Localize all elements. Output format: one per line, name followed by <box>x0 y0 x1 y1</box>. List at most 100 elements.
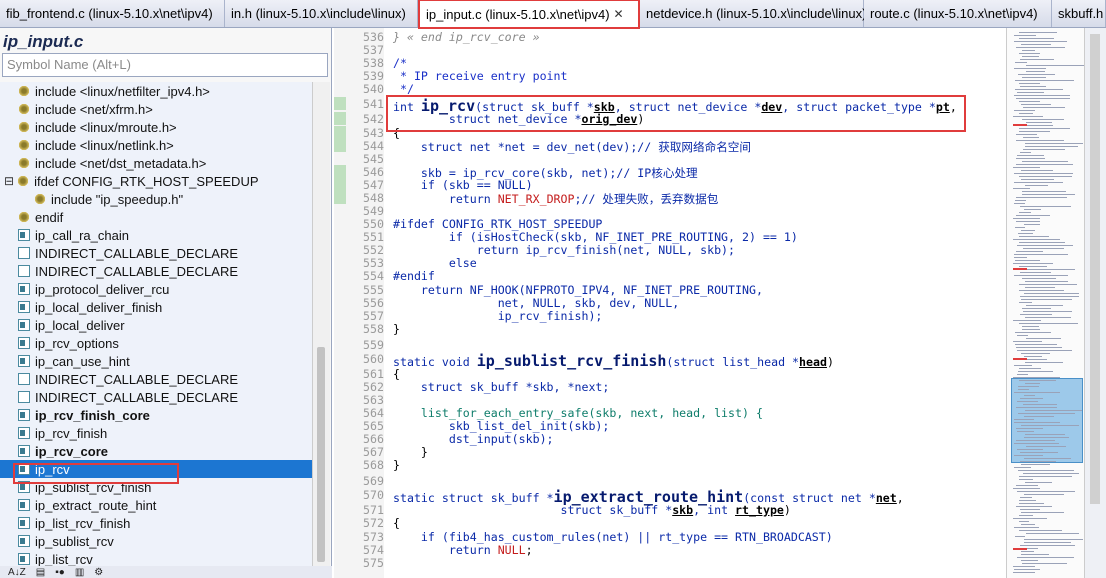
code-token: */ <box>393 82 414 96</box>
tab-in-h[interactable]: in.h (linux-5.10.x\include\linux) <box>225 0 418 27</box>
tab-skbuff-h[interactable]: skbuff.h <box>1052 0 1106 27</box>
code-line[interactable]: 571 struct sk_buff *skb, int rt_type) <box>334 503 1006 517</box>
code-line[interactable]: 563 <box>334 393 1006 407</box>
symbol-search-input[interactable]: Symbol Name (Alt+L) <box>2 53 328 77</box>
code-line[interactable]: 572 { <box>334 516 1006 530</box>
symbol-list-item[interactable]: ip_list_rcv_finish <box>0 514 312 532</box>
code-line[interactable]: 564 list_for_each_entry_safe(skb, next, … <box>334 406 1006 420</box>
symbol-list-item[interactable]: ip_call_ra_chain <box>0 226 312 244</box>
minimap-line <box>1015 89 1063 90</box>
class-view-icon[interactable]: ▪● <box>55 567 65 578</box>
symbol-list-item[interactable]: ip_rcv_finish_core <box>0 406 312 424</box>
code-line[interactable]: 573 if (fib4_has_custom_rules(net) || rt… <box>334 530 1006 544</box>
list-view-icon[interactable]: ▤ <box>36 567 45 578</box>
code-line[interactable]: 575 <box>334 556 1006 570</box>
minimap-line <box>1020 398 1043 399</box>
symbol-list-item[interactable]: INDIRECT_CALLABLE_DECLARE <box>0 388 312 406</box>
symbol-list-item[interactable]: ⊟ ifdef CONFIG_RTK_HOST_SPEEDUP <box>0 172 312 190</box>
code-line[interactable]: 555 return NF_HOOK(NFPROTO_IPV4, NF_INET… <box>334 283 1006 297</box>
collapse-icon[interactable]: ⊟ <box>4 174 14 188</box>
code-line[interactable]: 566 dst_input(skb); <box>334 432 1006 446</box>
minimap-line <box>1021 560 1038 561</box>
code-line[interactable]: 558} <box>334 322 1006 336</box>
symbol-list-item[interactable]: include <linux/netfilter_ipv4.h> <box>0 82 312 100</box>
scrollbar-thumb[interactable] <box>317 347 325 562</box>
code-line[interactable]: 546 skb = ip_rcv_core(skb, net);// IP核心处… <box>334 165 1006 180</box>
code-line[interactable]: 556 net, NULL, skb, dev, NULL, <box>334 296 1006 310</box>
code-line[interactable]: 574 return NULL; <box>334 543 1006 557</box>
symbol-list-item[interactable]: ip_rcv_options <box>0 334 312 352</box>
line-number: 543 <box>363 126 384 140</box>
code-line[interactable]: 557 ip_rcv_finish); <box>334 309 1006 323</box>
preprocessor-icon <box>18 121 30 133</box>
scrollbar-thumb[interactable] <box>1090 34 1100 504</box>
minimap-line <box>1014 173 1073 174</box>
minimap-line <box>1021 551 1034 552</box>
code-line[interactable]: 548 return NET_RX_DROP;// 处理失败，丢弃数据包 <box>334 191 1006 206</box>
symbol-list-item[interactable]: ip_rcv_core <box>0 442 312 460</box>
symbol-list-item[interactable]: ip_protocol_deliver_rcu <box>0 280 312 298</box>
tab-ip-input[interactable]: ip_input.c (linux-5.10.x\net\ipv4) ✕ <box>418 0 640 29</box>
symbol-list-item[interactable]: include "ip_speedup.h" <box>0 190 312 208</box>
code-line[interactable]: 567 } <box>334 445 1006 459</box>
code-line[interactable]: 569 <box>334 474 1006 488</box>
code-line[interactable]: 551 if (isHostCheck(skb, NF_INET_PRE_ROU… <box>334 230 1006 244</box>
symbol-label: ip_call_ra_chain <box>35 227 129 243</box>
code-line[interactable]: 536} « end ip_rcv_core » <box>334 30 1006 44</box>
minimap-viewport[interactable] <box>1011 378 1083 463</box>
code-line[interactable]: 553 else <box>334 256 1006 270</box>
code-line[interactable]: 562 struct sk_buff *skb, *next; <box>334 380 1006 394</box>
code-editor[interactable]: 536} « end ip_rcv_core » 537 538/* 539 * IP… <box>334 28 1006 578</box>
symbol-list-item[interactable]: include <net/dst_metadata.h> <box>0 154 312 172</box>
code-line[interactable]: 568} <box>334 458 1006 472</box>
minimap-line <box>1016 407 1057 408</box>
code-line[interactable]: 554 #endif <box>334 269 1006 283</box>
code-text: net, NULL, skb, dev, NULL, <box>393 296 680 310</box>
sort-icon[interactable]: A↓Z <box>8 567 26 578</box>
editor-scrollbar[interactable] <box>1084 28 1106 578</box>
symbol-list-item[interactable]: ip_rcv_finish <box>0 424 312 442</box>
code-line[interactable]: 540 */ <box>334 82 1006 96</box>
book-icon[interactable]: ▥ <box>75 567 84 578</box>
code-line[interactable]: 552 return ip_rcv_finish(net, NULL, skb)… <box>334 243 1006 257</box>
tab-route-c[interactable]: route.c (linux-5.10.x\net\ipv4) <box>864 0 1052 27</box>
code-line[interactable]: 565 skb_list_del_init(skb); <box>334 419 1006 433</box>
symbol-list-item[interactable]: ip_extract_route_hint <box>0 496 312 514</box>
macro-icon <box>18 247 30 259</box>
close-icon[interactable]: ✕ <box>614 7 624 21</box>
symbol-list-scrollbar[interactable] <box>312 82 330 566</box>
line-number: 570 <box>363 488 384 502</box>
code-token: struct sk_buff *skb, *next; <box>393 380 610 394</box>
code-line[interactable]: 570 static struct sk_buff *ip_extract_rou… <box>334 488 1006 506</box>
symbol-list-item[interactable]: ip_sublist_rcv <box>0 532 312 550</box>
symbol-list-item[interactable]: include <linux/netlink.h> <box>0 136 312 154</box>
symbol-list-item[interactable]: INDIRECT_CALLABLE_DECLARE <box>0 244 312 262</box>
code-line[interactable]: 560 static void ip_sublist_rcv_finish(str… <box>334 352 1006 370</box>
code-line[interactable]: 544 struct net *net = dev_net(dev);// 获取… <box>334 139 1006 154</box>
code-line[interactable]: 538 /* <box>334 56 1006 70</box>
symbol-list-item[interactable]: include <linux/mroute.h> <box>0 118 312 136</box>
tab-netdevice-h[interactable]: netdevice.h (linux-5.10.x\include\linux) <box>640 0 866 27</box>
minimap-line <box>1020 59 1054 60</box>
tab-fib-frontend[interactable]: fib_frontend.c (linux-5.10.x\net\ipv4) <box>0 0 225 27</box>
symbol-list-item[interactable]: ip_can_use_hint <box>0 352 312 370</box>
symbol-list-item[interactable]: endif <box>0 208 312 226</box>
symbol-list-item[interactable]: include <net/xfrm.h> <box>0 100 312 118</box>
symbol-list-item[interactable]: ip_list_rcv <box>0 550 312 566</box>
code-line[interactable]: 547 if (skb == NULL) <box>334 178 1006 192</box>
minimap-line <box>1017 431 1034 432</box>
code-line[interactable]: 561 { <box>334 367 1006 381</box>
gear-icon[interactable]: ⚙ <box>94 567 103 578</box>
code-line[interactable]: 537 <box>334 43 1006 57</box>
symbol-list-item[interactable]: INDIRECT_CALLABLE_DECLARE <box>0 370 312 388</box>
code-line[interactable]: 549 <box>334 204 1006 218</box>
code-line[interactable]: 559 <box>334 338 1006 352</box>
symbol-list-item[interactable]: ip_local_deliver_finish <box>0 298 312 316</box>
symbol-list-item[interactable]: INDIRECT_CALLABLE_DECLARE <box>0 262 312 280</box>
symbol-label: ip_local_deliver_finish <box>35 299 163 315</box>
code-line[interactable]: 545 <box>334 152 1006 166</box>
minimap-line <box>1019 266 1047 267</box>
code-line[interactable]: 539 * IP receive entry point <box>334 69 1006 83</box>
code-line[interactable]: 550 #ifdef CONFIG_RTK_HOST_SPEEDUP <box>334 217 1006 231</box>
symbol-list-item[interactable]: ip_local_deliver <box>0 316 312 334</box>
